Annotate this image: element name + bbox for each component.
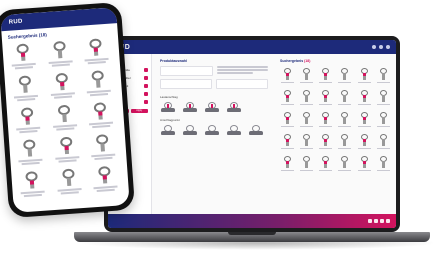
product-card[interactable] [357, 111, 373, 130]
product-card[interactable] [84, 68, 117, 98]
product-card[interactable] [280, 155, 296, 174]
app-header: RUD [108, 40, 396, 54]
lifting-point-icon[interactable] [248, 125, 264, 135]
product-card[interactable] [81, 37, 114, 67]
lifting-point-icon[interactable] [160, 102, 176, 112]
footer-icons [368, 219, 390, 223]
product-card[interactable] [376, 133, 392, 152]
phone-product-grid [2, 34, 129, 202]
product-card[interactable] [357, 133, 373, 152]
product-card[interactable] [318, 155, 334, 174]
apply-button[interactable]: Apply [130, 109, 148, 113]
product-card[interactable] [376, 67, 392, 86]
checkbox-icon[interactable] [144, 100, 148, 104]
product-card[interactable] [17, 169, 50, 199]
user-icon[interactable] [379, 45, 383, 49]
brand-logo[interactable]: RUD [9, 19, 23, 26]
product-card[interactable] [13, 106, 46, 136]
product-card[interactable] [337, 155, 353, 174]
product-card[interactable] [337, 111, 353, 130]
header-icons [372, 45, 390, 49]
lifting-point-icon[interactable] [226, 125, 242, 135]
social-icon[interactable] [368, 219, 372, 223]
section-label: Lastanschlag [160, 95, 178, 99]
product-card[interactable] [49, 103, 82, 133]
product-card[interactable] [45, 39, 78, 69]
product-card[interactable] [15, 137, 48, 167]
product-card[interactable] [280, 111, 296, 130]
checkbox-icon[interactable] [144, 84, 148, 88]
lifting-point-icon[interactable] [182, 102, 198, 112]
product-card[interactable] [299, 155, 315, 174]
input-field[interactable] [160, 66, 213, 76]
product-card[interactable] [54, 167, 87, 197]
product-card[interactable] [357, 67, 373, 86]
product-card[interactable] [52, 135, 85, 165]
description-text [217, 66, 268, 76]
phone: RUD Suchergebnis (18) [0, 1, 136, 219]
product-card[interactable] [318, 89, 334, 108]
results-count: (18) [304, 59, 311, 63]
product-card[interactable] [10, 74, 43, 104]
product-card[interactable] [337, 133, 353, 152]
search-icon[interactable] [372, 45, 376, 49]
laptop-hinge [228, 232, 276, 235]
social-icon[interactable] [380, 219, 384, 223]
product-card[interactable] [318, 133, 334, 152]
text-line [217, 69, 268, 71]
product-card[interactable] [318, 111, 334, 130]
product-card[interactable] [318, 67, 334, 86]
lifting-point-icon[interactable] [182, 125, 198, 135]
menu-icon[interactable] [386, 45, 390, 49]
product-card[interactable] [90, 164, 123, 194]
select-field[interactable] [216, 79, 268, 89]
option-row [160, 102, 268, 112]
product-card[interactable] [280, 89, 296, 108]
product-card[interactable] [280, 133, 296, 152]
product-card[interactable] [47, 71, 80, 101]
product-card[interactable] [299, 133, 315, 152]
product-card[interactable] [357, 155, 373, 174]
lifting-point-icon[interactable] [226, 102, 242, 112]
option-row [160, 125, 268, 135]
product-card[interactable] [376, 111, 392, 130]
results-title: Suchergebnis (18) [280, 59, 392, 63]
lifting-point-icon[interactable] [204, 102, 220, 112]
checkbox-icon[interactable] [144, 68, 148, 72]
form-row [160, 66, 268, 76]
product-card[interactable] [299, 111, 315, 130]
config-panel: Produktauswahl Lastanschlag Anschlagpunk… [156, 54, 272, 214]
results-title-text: Suchergebnis [280, 59, 304, 63]
product-card[interactable] [376, 155, 392, 174]
product-card[interactable] [376, 89, 392, 108]
phone-screen: RUD Suchergebnis (18) [0, 7, 130, 213]
checkbox-icon[interactable] [144, 76, 148, 80]
section-label: Anschlagpunkt [160, 118, 180, 122]
config-title: Produktauswahl [160, 59, 188, 63]
product-card[interactable] [280, 67, 296, 86]
results-panel: Suchergebnis (18) [276, 54, 396, 214]
product-card[interactable] [337, 67, 353, 86]
product-card[interactable] [86, 100, 119, 130]
lifting-point-icon[interactable] [160, 125, 176, 135]
social-icon[interactable] [386, 219, 390, 223]
product-card[interactable] [88, 132, 121, 162]
social-icon[interactable] [374, 219, 378, 223]
app-footer [108, 214, 396, 228]
product-card[interactable] [299, 89, 315, 108]
product-grid [280, 67, 392, 174]
laptop: RUD Filters Produktfamilie Anschlagmitte… [104, 36, 400, 232]
product-card[interactable] [299, 67, 315, 86]
text-line [217, 72, 253, 74]
text-line [217, 66, 268, 68]
product-card[interactable] [337, 89, 353, 108]
checkbox-icon[interactable] [144, 92, 148, 96]
form-row [160, 79, 268, 89]
input-field[interactable] [160, 79, 212, 89]
product-card[interactable] [357, 89, 373, 108]
laptop-screen: RUD Filters Produktfamilie Anschlagmitte… [108, 40, 396, 228]
lifting-point-icon[interactable] [204, 125, 220, 135]
product-card[interactable] [8, 42, 41, 72]
